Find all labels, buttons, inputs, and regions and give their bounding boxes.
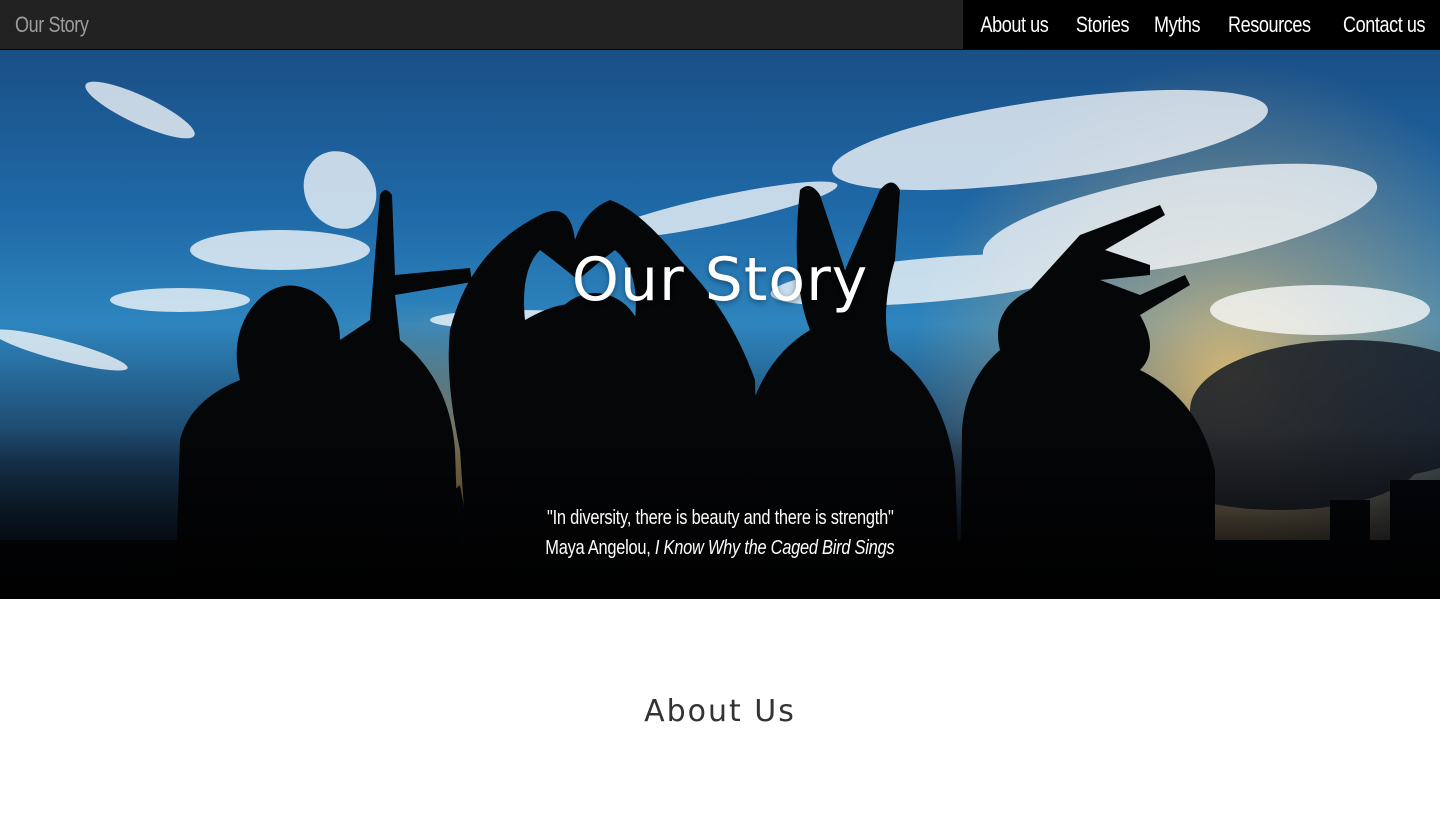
brand-link[interactable]: Our Story: [15, 0, 89, 49]
nav-contact-us[interactable]: Contact us: [1334, 0, 1434, 49]
hero-title: Our Story: [571, 245, 869, 315]
nav-stories[interactable]: Stories: [1070, 0, 1135, 49]
quote-attribution: Maya Angelou, I Know Why the Caged Bird …: [545, 533, 894, 563]
hero-banner: Our Story "In diversity, there is beauty…: [0, 50, 1440, 599]
about-section-title: About Us: [644, 694, 796, 729]
quote-text: "In diversity, there is beauty and there…: [546, 507, 894, 529]
top-navbar: Our Story About us Stories Myths Resourc…: [0, 0, 1440, 50]
nav-resources[interactable]: Resources: [1219, 0, 1320, 49]
quote-source: I Know Why the Caged Bird Sings: [655, 537, 895, 559]
quote-author: Maya Angelou,: [545, 537, 651, 559]
main-nav: About us Stories Myths Resources Contact…: [963, 0, 1440, 49]
nav-about-us[interactable]: About us: [973, 0, 1056, 49]
hero-quote: "In diversity, there is beauty and there…: [0, 503, 1440, 563]
nav-myths[interactable]: Myths: [1149, 0, 1205, 49]
